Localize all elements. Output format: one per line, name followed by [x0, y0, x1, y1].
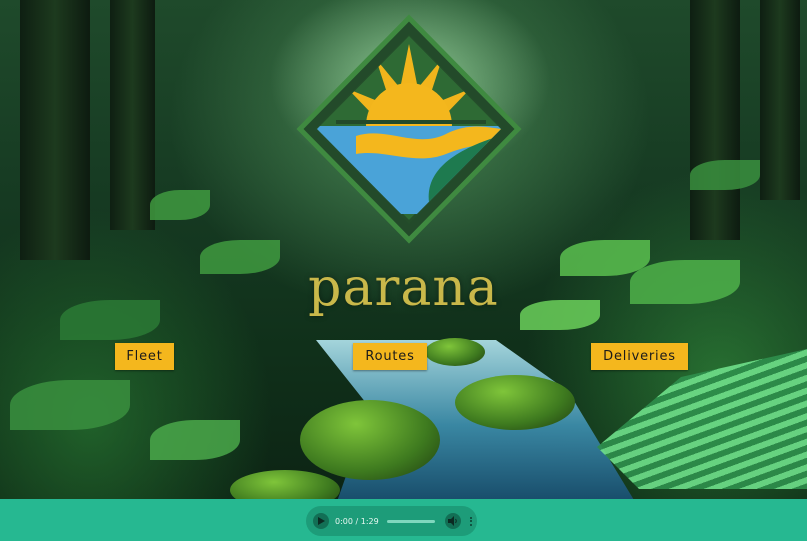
playback-time: 0:00 / 1:29 [335, 516, 379, 526]
fleet-button[interactable]: Fleet [115, 343, 174, 370]
audio-player[interactable]: 0:00 / 1:29 [306, 506, 477, 536]
foliage [150, 420, 240, 460]
foliage [10, 380, 130, 430]
routes-button[interactable]: Routes [353, 343, 427, 370]
fern [597, 349, 807, 489]
brand-wordmark: parana [308, 258, 499, 318]
volume-icon[interactable] [444, 513, 461, 529]
foliage [150, 190, 210, 220]
tree-trunk [20, 0, 90, 260]
mossy-rock [425, 338, 485, 366]
mossy-rock [300, 400, 440, 480]
more-options-icon[interactable] [469, 516, 473, 526]
tree-trunk [760, 0, 800, 200]
mossy-rock [230, 470, 340, 499]
foliage [690, 160, 760, 190]
mossy-rock [455, 375, 575, 430]
parana-logo [296, 14, 522, 244]
tree-trunk [110, 0, 155, 230]
progress-track[interactable] [386, 519, 435, 523]
play-icon[interactable] [313, 513, 329, 529]
tree-trunk [690, 0, 740, 240]
deliveries-button[interactable]: Deliveries [591, 343, 688, 370]
